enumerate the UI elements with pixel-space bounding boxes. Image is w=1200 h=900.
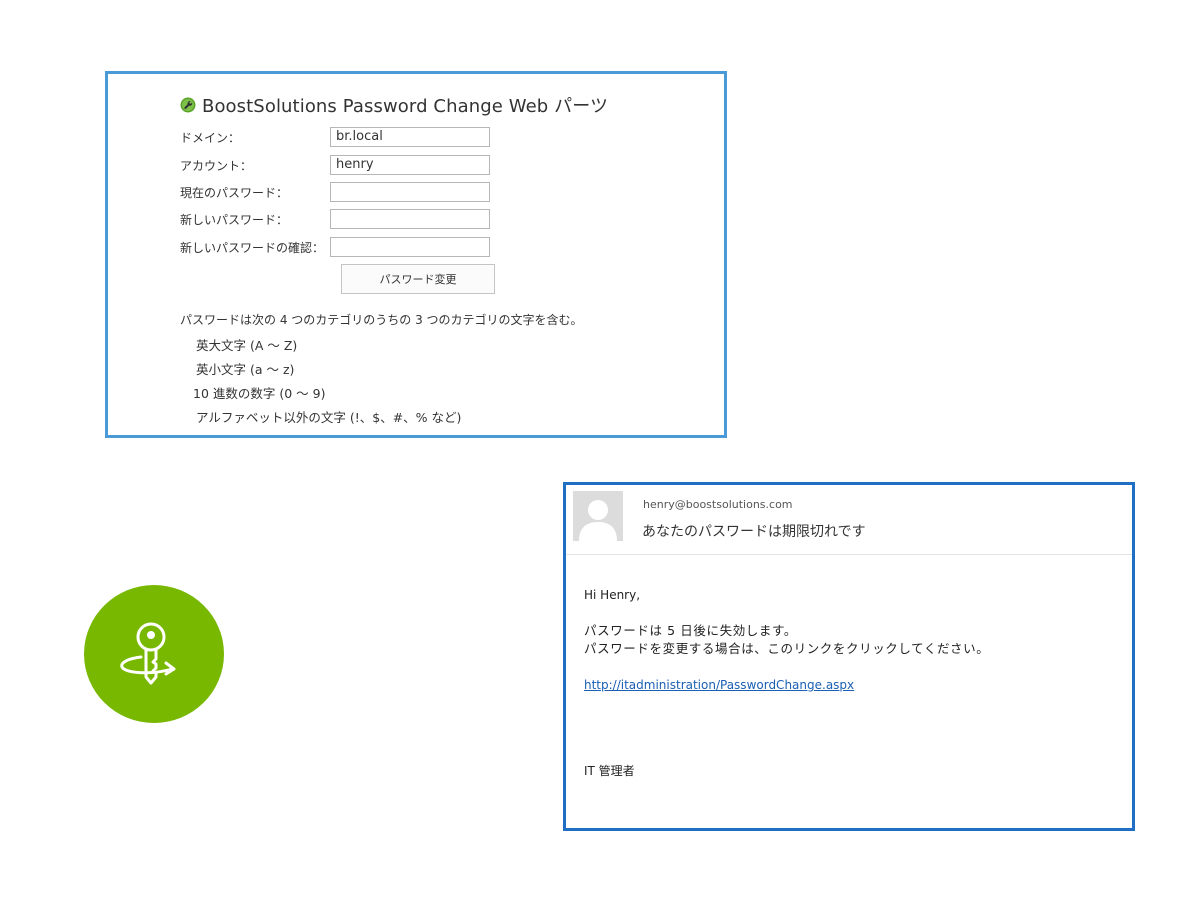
- rule-lowercase: 英小文字 (a ～ z): [196, 362, 295, 377]
- email-signature: IT 管理者: [584, 764, 635, 778]
- email-from: henry@boostsolutions.com: [643, 498, 793, 511]
- confirm-password-label: 新しいパスワードの確認：: [180, 241, 325, 255]
- account-input[interactable]: [330, 155, 490, 175]
- email-subject: あなたのパスワードは期限切れです: [642, 524, 866, 540]
- domain-input[interactable]: [330, 127, 490, 147]
- email-greeting: Hi Henry,: [584, 588, 641, 602]
- domain-row: ドメイン：: [180, 127, 500, 149]
- current-password-input[interactable]: [330, 182, 490, 202]
- email-notification: henry@boostsolutions.com あなたのパスワードは期限切れで…: [563, 482, 1135, 831]
- rule-uppercase: 英大文字 (A ～ Z): [196, 338, 298, 353]
- change-password-button[interactable]: パスワード変更: [341, 264, 495, 294]
- password-rules: パスワードは次の 4 つのカテゴリのうちの 3 つのカテゴリの文字を含む。 英大…: [180, 311, 700, 430]
- key-badge: [84, 585, 224, 723]
- current-password-label: 現在のパスワード：: [180, 186, 289, 200]
- new-password-label: 新しいパスワード：: [180, 213, 289, 227]
- password-change-webpart: BoostSolutions Password Change Web パーツ ド…: [105, 71, 727, 438]
- current-password-row: 現在のパスワード：: [180, 182, 500, 204]
- email-body-line2: パスワードを変更する場合は、このリンクをクリックしてください。: [584, 641, 990, 656]
- password-change-link[interactable]: http://itadministration/PasswordChange.a…: [584, 676, 854, 694]
- domain-label: ドメイン：: [180, 131, 241, 145]
- confirm-password-row: 新しいパスワードの確認：: [180, 237, 500, 259]
- user-avatar-icon: [573, 491, 623, 541]
- key-rotate-icon: [120, 622, 176, 685]
- new-password-row: 新しいパスワード：: [180, 209, 500, 231]
- webpart-title-text: BoostSolutions Password Change Web パーツ: [202, 96, 609, 117]
- email-divider: [566, 554, 1132, 555]
- account-label: アカウント：: [180, 159, 253, 173]
- email-body: Hi Henry, パスワードは 5 日後に失効します。 パスワードを変更する場…: [584, 586, 1104, 694]
- rules-list: 英大文字 (A ～ Z) 英小文字 (a ～ z) 10 進数の数字 (0 ～ …: [180, 334, 700, 430]
- new-password-input[interactable]: [330, 209, 490, 229]
- rule-digits: 10 進数の数字 (0 ～ 9): [193, 386, 326, 401]
- account-row: アカウント：: [180, 155, 500, 177]
- rules-intro: パスワードは次の 4 つのカテゴリのうちの 3 つのカテゴリの文字を含む。: [180, 313, 583, 327]
- webpart-title: BoostSolutions Password Change Web パーツ: [180, 92, 608, 118]
- rule-symbols: アルファベット以外の文字 (!、$、#、% など): [196, 410, 462, 425]
- email-body-line1: パスワードは 5 日後に失効します。: [584, 623, 797, 638]
- wrench-icon: [180, 97, 196, 113]
- page-canvas: BoostSolutions Password Change Web パーツ ド…: [0, 0, 1200, 900]
- confirm-password-input[interactable]: [330, 237, 490, 257]
